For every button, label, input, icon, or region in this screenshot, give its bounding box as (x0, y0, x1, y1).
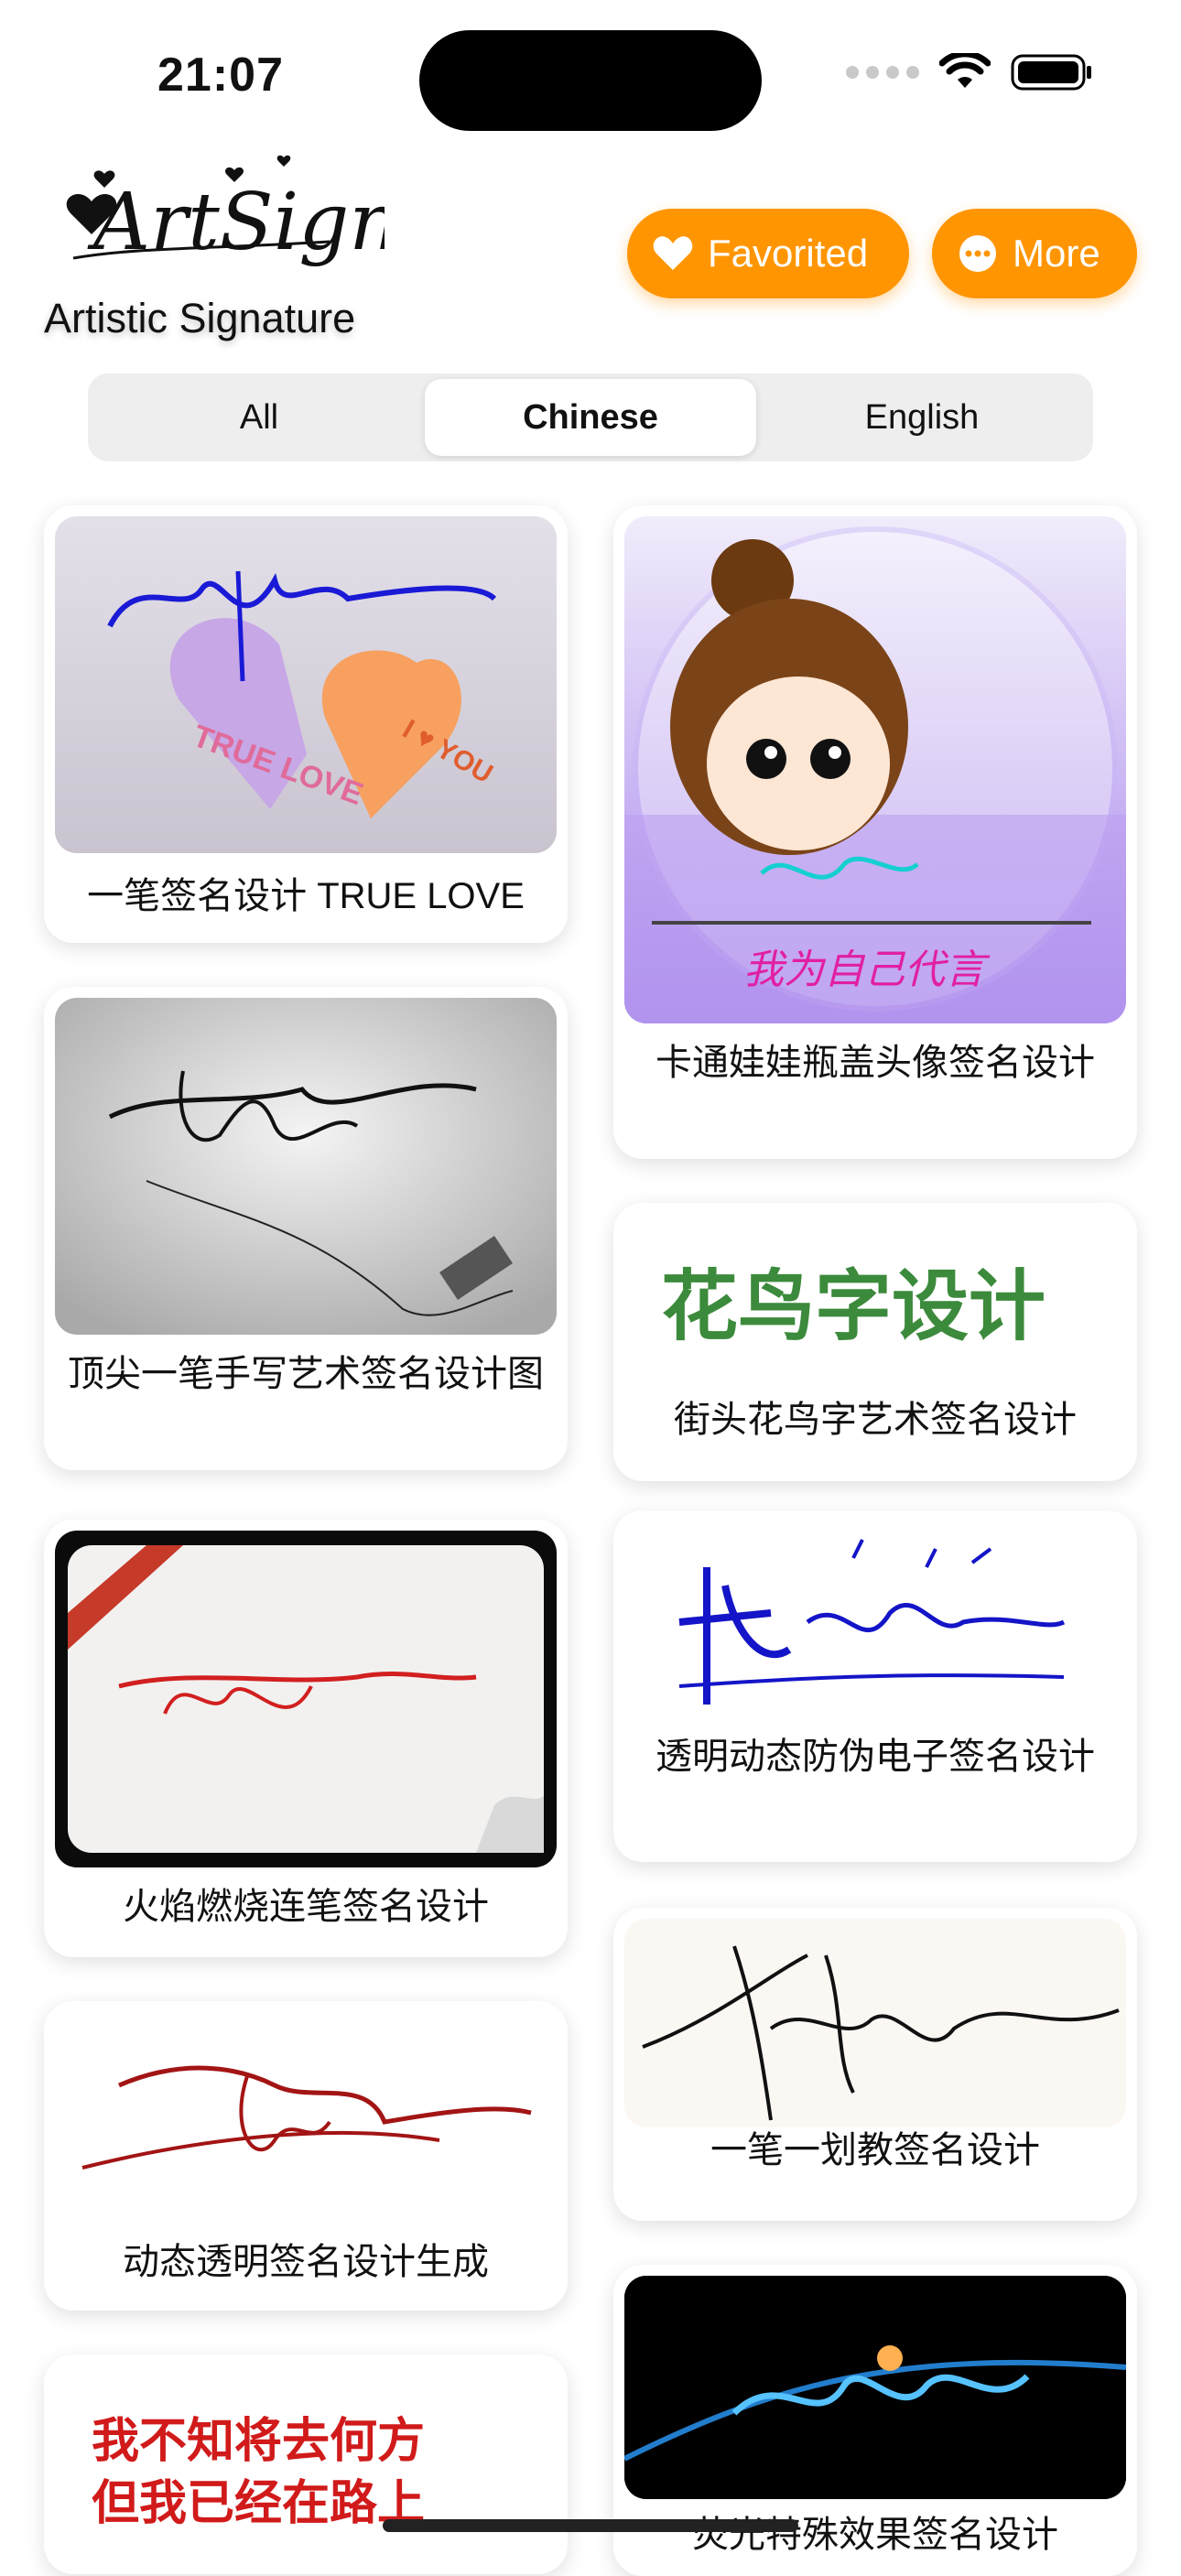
segment-all[interactable]: All (93, 379, 425, 456)
battery-icon (1011, 54, 1091, 91)
card-title: 荧光特殊效果签名设计 (692, 2515, 1058, 2555)
signature-card[interactable]: TRUE LOVE I ♥ YOU 一笔签名设计 TRUE LOVE (44, 505, 568, 943)
card-title: 一笔一划教签名设计 (710, 2130, 1040, 2170)
home-indicator[interactable] (383, 2519, 798, 2532)
card-title: 透明动态防伪电子签名设计 (656, 1737, 1095, 1777)
favorited-label: Favorited (708, 232, 869, 275)
svg-text:我为自己代言: 我为自己代言 (743, 947, 991, 992)
card-title: 卡通娃娃瓶盖头像签名设计 (656, 1043, 1095, 1083)
svg-text:花鸟字设计: 花鸟字设计 (661, 1263, 1046, 1349)
segment-english[interactable]: English (756, 379, 1088, 456)
signature-card[interactable]: 我为自己代言 卡通娃娃瓶盖头像签名设计 (613, 505, 1137, 1159)
card-thumbnail: 花鸟字设计 (624, 1214, 1126, 1397)
signature-card[interactable]: 火焰燃烧连笔签名设计 (44, 1520, 568, 1957)
signature-card[interactable]: 花鸟字设计 街头花鸟字艺术签名设计 (613, 1203, 1137, 1481)
app-subtitle: Artistic Signature (44, 295, 356, 341)
signature-card[interactable]: 透明动态防伪电子签名设计 (613, 1510, 1137, 1862)
segment-chinese[interactable]: Chinese (425, 379, 756, 456)
status-icons (846, 53, 1093, 92)
wifi-icon (939, 53, 991, 88)
card-thumbnail: 我为自己代言 (624, 516, 1126, 1023)
signature-card[interactable]: 动态透明签名设计生成 (44, 2001, 568, 2311)
favorited-button[interactable]: Favorited (627, 209, 909, 298)
card-title: 火焰燃烧连笔签名设计 (123, 1887, 489, 1927)
svg-text:但我已经在路上: 但我已经在路上 (92, 2477, 425, 2530)
svg-text:我不知将去何方: 我不知将去何方 (92, 2415, 425, 2468)
card-thumbnail (55, 2012, 557, 2221)
signature-card[interactable]: 顶尖一笔手写艺术签名设计图 (44, 987, 568, 1470)
more-button[interactable]: More (932, 209, 1137, 298)
card-thumbnail: TRUE LOVE I ♥ YOU (55, 516, 557, 853)
card-thumbnail: 我不知将去何方 但我已经在路上 (55, 2365, 557, 2574)
card-title: 顶尖一笔手写艺术签名设计图 (68, 1354, 544, 1394)
dynamic-island (419, 30, 762, 131)
card-thumbnail (624, 1521, 1126, 1732)
signature-card[interactable]: 一笔一划教签名设计 (613, 1908, 1137, 2221)
app-logo: ArtSign (66, 155, 385, 268)
card-thumbnail (624, 2276, 1126, 2499)
ellipsis-circle-icon (959, 235, 996, 272)
signature-card[interactable]: 我不知将去何方 但我已经在路上 (44, 2354, 568, 2574)
category-segmented-control: All Chinese English (88, 373, 1093, 461)
card-thumbnail (55, 1531, 557, 1867)
svg-text:ArtSign: ArtSign (87, 177, 385, 268)
heart-icon (653, 236, 693, 270)
card-thumbnail (624, 1919, 1126, 2127)
card-title: 一笔签名设计 TRUE LOVE (87, 876, 525, 916)
status-time: 21:07 (157, 49, 284, 102)
card-title: 动态透明签名设计生成 (123, 2242, 489, 2282)
cellular-signal-icon (846, 66, 919, 79)
more-label: More (1013, 232, 1100, 275)
card-thumbnail (55, 998, 557, 1335)
card-title: 街头花鸟字艺术签名设计 (674, 1400, 1077, 1440)
